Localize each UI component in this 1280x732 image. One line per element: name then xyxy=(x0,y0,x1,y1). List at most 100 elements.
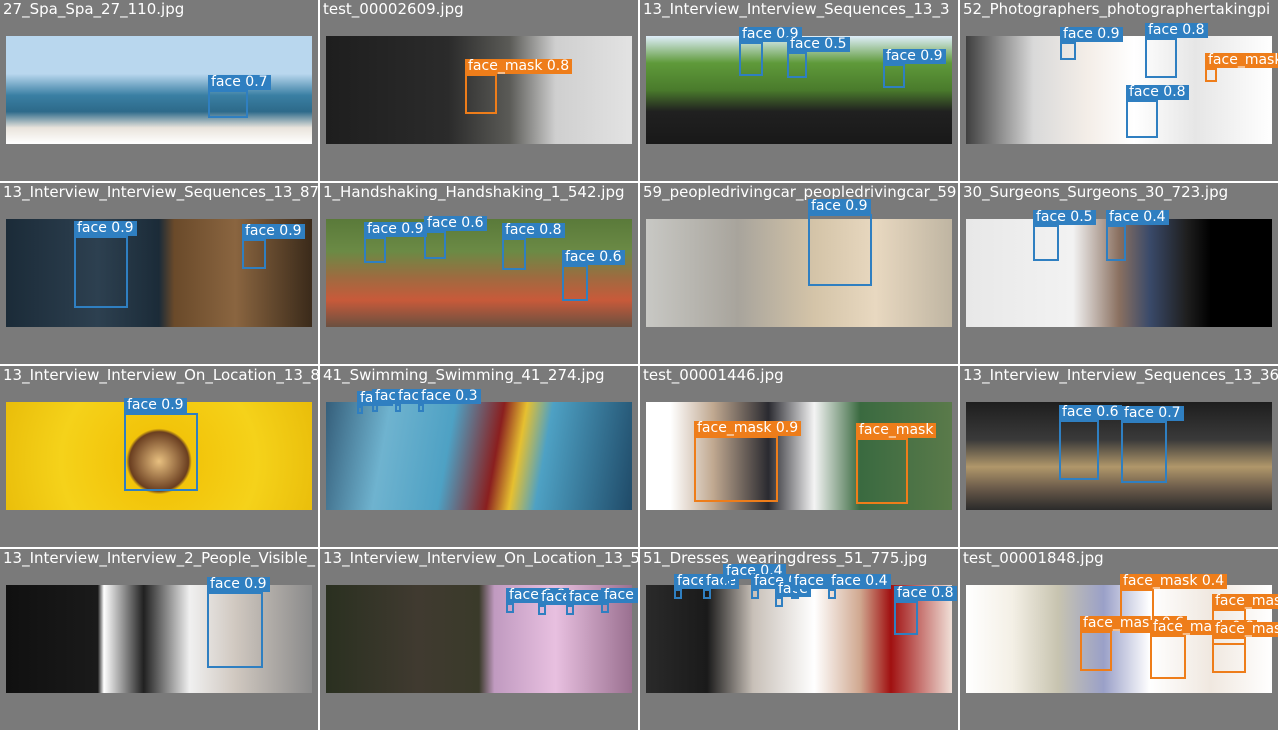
face-detection-box xyxy=(1059,420,1099,480)
tile-filename: 27_Spa_Spa_27_110.jpg xyxy=(3,0,185,18)
result-tile[interactable]: 13_Interview_Interview_On_Location_13_5f… xyxy=(320,549,638,730)
detection-label: face xyxy=(566,590,602,605)
result-tile[interactable]: 13_Interview_Interview_2_People_Visible_… xyxy=(0,549,318,730)
face-detection-box xyxy=(1121,421,1167,483)
detection-class: face xyxy=(1124,405,1154,421)
detection-score: 0.7 xyxy=(1158,405,1181,421)
face-detection-box xyxy=(418,404,424,412)
tile-photo xyxy=(6,585,312,693)
face-detection-box xyxy=(506,603,514,613)
result-tile[interactable]: test_00001446.jpg face_mask 0.9 face_mask xyxy=(640,366,958,547)
result-tile[interactable]: 1_Handshaking_Handshaking_1_542.jpgface … xyxy=(320,183,638,364)
detection-label: face 0.8 xyxy=(1145,23,1208,38)
face-detection-box xyxy=(1126,100,1158,138)
detection-label: face 0.9 xyxy=(207,577,270,592)
detection-label: face 0.7 xyxy=(1121,406,1184,421)
detection-class: face xyxy=(742,26,772,42)
detection-class: face xyxy=(1129,84,1159,100)
detection-class: face xyxy=(790,36,820,52)
detection-score: 0.7 xyxy=(245,74,268,90)
detection-label: face 0.8 xyxy=(894,586,957,601)
detection-class: face xyxy=(1062,404,1092,420)
detection-label: face 0.9 xyxy=(808,199,871,214)
detection-class: face xyxy=(427,215,457,231)
face-mask-detection-box xyxy=(1205,68,1217,82)
detection-score: 0.8 xyxy=(1182,22,1205,38)
face-detection-box xyxy=(1033,225,1059,261)
tile-photo xyxy=(326,402,632,510)
detection-label: face 0.5 xyxy=(1033,210,1096,225)
result-tile[interactable]: 59_peopledrivingcar_peopledrivingcar_59 f… xyxy=(640,183,958,364)
face-detection-box xyxy=(751,589,759,599)
detection-class: face_mask xyxy=(1208,52,1278,68)
face-mask-detection-box xyxy=(856,438,908,504)
face-detection-box xyxy=(562,265,588,301)
result-tile[interactable]: 51_Dresses_wearingdress_51_775.jpg face f… xyxy=(640,549,958,730)
detection-label: face 0.6 xyxy=(562,250,625,265)
tile-filename: 13_Interview_Interview_On_Location_13_5 xyxy=(323,549,638,567)
result-tile[interactable]: test_00001848.jpg face_mask 0.4face_mask … xyxy=(960,549,1278,730)
result-tile[interactable]: 30_Surgeons_Surgeons_30_723.jpg face 0.5 f… xyxy=(960,183,1278,364)
detection-score: 0.4 xyxy=(1143,209,1166,225)
detection-score: 0.4 xyxy=(865,573,888,589)
face-detection-box xyxy=(808,214,872,286)
result-tile[interactable]: 41_Swimming_Swimming_41_274.jpg face face… xyxy=(320,366,638,547)
result-tile[interactable]: test_00002609.jpg face_mask 0.8 xyxy=(320,0,638,181)
detection-score: 0.9 xyxy=(1097,26,1120,42)
detection-class: face xyxy=(127,397,157,413)
detection-label: face_mask xyxy=(1212,622,1278,637)
detection-class: face xyxy=(505,222,535,238)
detection-class: face xyxy=(1063,26,1093,42)
detection-class: face xyxy=(794,573,824,589)
detection-class: face xyxy=(811,198,841,214)
detection-label: face_mask xyxy=(856,423,937,438)
detection-score: 0.8 xyxy=(1163,84,1186,100)
detection-class: face xyxy=(897,585,927,601)
detection-label: face_mask xyxy=(1212,594,1278,609)
face-detection-box xyxy=(538,605,546,615)
face-detection-box xyxy=(739,42,763,76)
detection-label: face 0.8 xyxy=(1126,85,1189,100)
detection-class: face_mask xyxy=(1123,573,1198,589)
detection-score: 0.6 xyxy=(1096,404,1119,420)
detection-label: face_mask 0.4 xyxy=(1120,573,1228,589)
face-detection-box xyxy=(674,589,682,599)
detection-label: face 0.6 xyxy=(424,216,487,231)
detection-score: 0.3 xyxy=(455,388,478,404)
face-detection-box xyxy=(242,239,266,269)
detection-score: 0.8 xyxy=(546,58,570,74)
face-mask-detection-box xyxy=(1080,631,1112,671)
detection-score: 0.9 xyxy=(111,220,134,236)
detection-score: 0.9 xyxy=(244,576,267,592)
face-mask-detection-box xyxy=(1150,635,1186,679)
tile-photo xyxy=(6,36,312,144)
result-tile[interactable]: 13_Interview_Interview_Sequences_13_3fac… xyxy=(640,0,958,181)
result-tile[interactable]: 13_Interview_Interview_Sequences_13_36fa… xyxy=(960,366,1278,547)
detection-score: 0.5 xyxy=(1070,209,1093,225)
detection-score: 0.6 xyxy=(599,249,622,265)
face-detection-box xyxy=(601,603,609,613)
detection-class: face xyxy=(1148,22,1178,38)
face-detection-box xyxy=(208,90,248,118)
detection-class: face xyxy=(1109,209,1139,225)
detection-label: face 0.3 xyxy=(418,389,481,404)
detection-class: face xyxy=(604,587,634,603)
face-detection-box xyxy=(124,413,198,491)
tile-filename: 1_Handshaking_Handshaking_1_542.jpg xyxy=(323,183,625,201)
tile-filename: 13_Interview_Interview_Sequences_13_36 xyxy=(963,366,1278,384)
face-detection-box xyxy=(74,236,128,308)
tile-filename: 13_Interview_Interview_On_Location_13_8 xyxy=(3,366,318,384)
detection-label: face 0.9 xyxy=(124,398,187,413)
face-detection-box xyxy=(1106,225,1126,261)
detection-label: face 0.7 xyxy=(208,75,271,90)
tile-filename: 13_Interview_Interview_Sequences_13_87 xyxy=(3,183,318,201)
detection-label: face_mask 0.9 xyxy=(694,421,802,436)
result-tile[interactable]: 27_Spa_Spa_27_110.jpgface 0.7 xyxy=(0,0,318,181)
face-detection-box xyxy=(372,404,378,412)
face-detection-box xyxy=(395,404,401,412)
result-tile[interactable]: 13_Interview_Interview_Sequences_13_87 fa… xyxy=(0,183,318,364)
result-tile[interactable]: 13_Interview_Interview_On_Location_13_8f… xyxy=(0,366,318,547)
result-tile[interactable]: 52_Photographers_photographertakingpi fac… xyxy=(960,0,1278,181)
tile-filename: 13_Interview_Interview_Sequences_13_3 xyxy=(643,0,950,18)
face-mask-detection-box xyxy=(465,74,497,114)
